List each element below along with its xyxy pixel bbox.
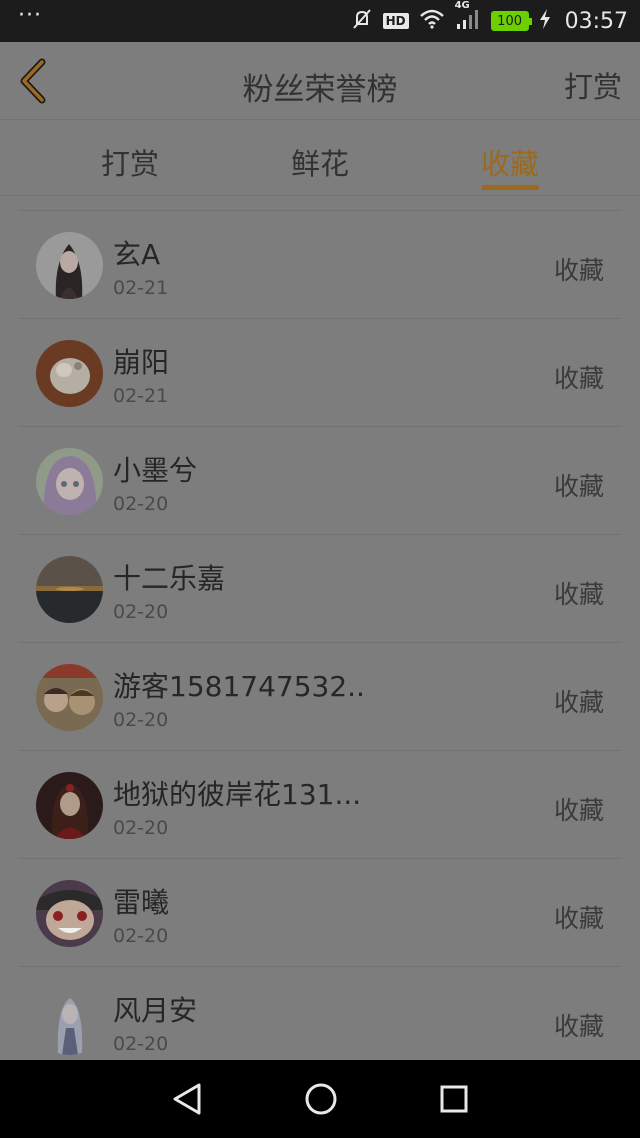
fan-date: 02-20 — [113, 817, 169, 839]
list-item[interactable]: 崩阳 02-21 收藏 — [18, 319, 622, 427]
network-type-label: 4G — [454, 0, 470, 11]
tab-bar: 打赏 鲜花 收藏 — [0, 121, 640, 196]
avatar — [36, 772, 103, 839]
list-item[interactable]: 风月安 02-20 收藏 — [18, 967, 622, 1075]
system-nav-bar — [0, 1060, 640, 1138]
fan-date: 02-20 — [113, 601, 169, 623]
clock: 03:57 — [564, 8, 628, 34]
battery-icon: 100 — [490, 11, 532, 31]
fan-date: 02-20 — [113, 925, 169, 947]
avatar — [36, 340, 103, 407]
hd-icon: HD — [382, 13, 409, 29]
app-header: 粉丝荣誉榜 打赏 — [0, 42, 640, 120]
avatar — [36, 880, 103, 947]
mute-icon — [351, 8, 373, 34]
reward-button[interactable]: 打赏 — [564, 64, 622, 106]
active-tab-indicator — [482, 185, 539, 190]
list-item[interactable]: 雷曦 02-20 收藏 — [18, 859, 622, 967]
fan-date: 02-21 — [113, 277, 169, 299]
fan-action: 收藏 — [553, 580, 604, 609]
fan-list: 玄A 02-21 收藏 崩阳 02-21 收藏 小墨兮 02-20 收藏 十二乐… — [18, 210, 622, 1075]
battery-level: 100 — [497, 13, 522, 29]
fan-action: 收藏 — [553, 1012, 604, 1041]
fan-date: 02-20 — [113, 493, 169, 515]
fan-name: 十二乐嘉 — [113, 562, 226, 595]
fan-action: 收藏 — [553, 256, 604, 285]
list-item[interactable]: 地狱的彼岸花131... 02-20 收藏 — [18, 751, 622, 859]
fan-name: 游客1581747532... — [113, 670, 363, 703]
signal-icon: 4G — [455, 0, 481, 34]
avatar — [36, 232, 103, 299]
avatar — [36, 988, 103, 1055]
fan-action: 收藏 — [553, 796, 604, 825]
wifi-icon — [419, 9, 445, 33]
square-recents-icon — [440, 1085, 468, 1113]
fan-name: 玄A — [113, 238, 161, 271]
fan-date: 02-21 — [113, 385, 169, 407]
circle-home-icon — [305, 1083, 337, 1115]
fan-action: 收藏 — [553, 688, 604, 717]
fan-name: 风月安 — [113, 994, 198, 1027]
fan-date: 02-20 — [113, 1033, 169, 1055]
tab-reward[interactable]: 打赏 — [70, 141, 190, 183]
page-title: 粉丝荣誉榜 — [242, 72, 398, 108]
tab-flowers[interactable]: 鲜花 — [260, 141, 380, 183]
fan-name: 小墨兮 — [113, 454, 198, 487]
nav-back-button[interactable] — [171, 1082, 203, 1116]
fan-action: 收藏 — [553, 904, 604, 933]
tab-favorites[interactable]: 收藏 — [450, 141, 570, 183]
fan-action: 收藏 — [553, 472, 604, 501]
fan-action: 收藏 — [553, 364, 604, 393]
status-icons: HD 4G 100 03:57 — [351, 0, 628, 34]
fan-name: 崩阳 — [113, 346, 170, 379]
charging-icon — [539, 9, 551, 33]
nav-home-button[interactable] — [304, 1082, 338, 1116]
avatar — [36, 664, 103, 731]
notification-dots: ··· — [18, 3, 42, 28]
list-item[interactable]: 小墨兮 02-20 收藏 — [18, 427, 622, 535]
fan-name: 地狱的彼岸花131... — [113, 778, 362, 811]
list-item[interactable]: 玄A 02-21 收藏 — [18, 211, 622, 319]
fan-name: 雷曦 — [113, 886, 170, 919]
triangle-back-icon — [173, 1083, 201, 1115]
avatar — [36, 556, 103, 623]
list-item[interactable]: 游客1581747532... 02-20 收藏 — [18, 643, 622, 751]
fan-date: 02-20 — [113, 709, 169, 731]
status-bar: ··· HD 4G 100 03:57 — [0, 0, 640, 42]
avatar — [36, 448, 103, 515]
list-item[interactable]: 十二乐嘉 02-20 收藏 — [18, 535, 622, 643]
nav-recents-button[interactable] — [439, 1084, 469, 1114]
